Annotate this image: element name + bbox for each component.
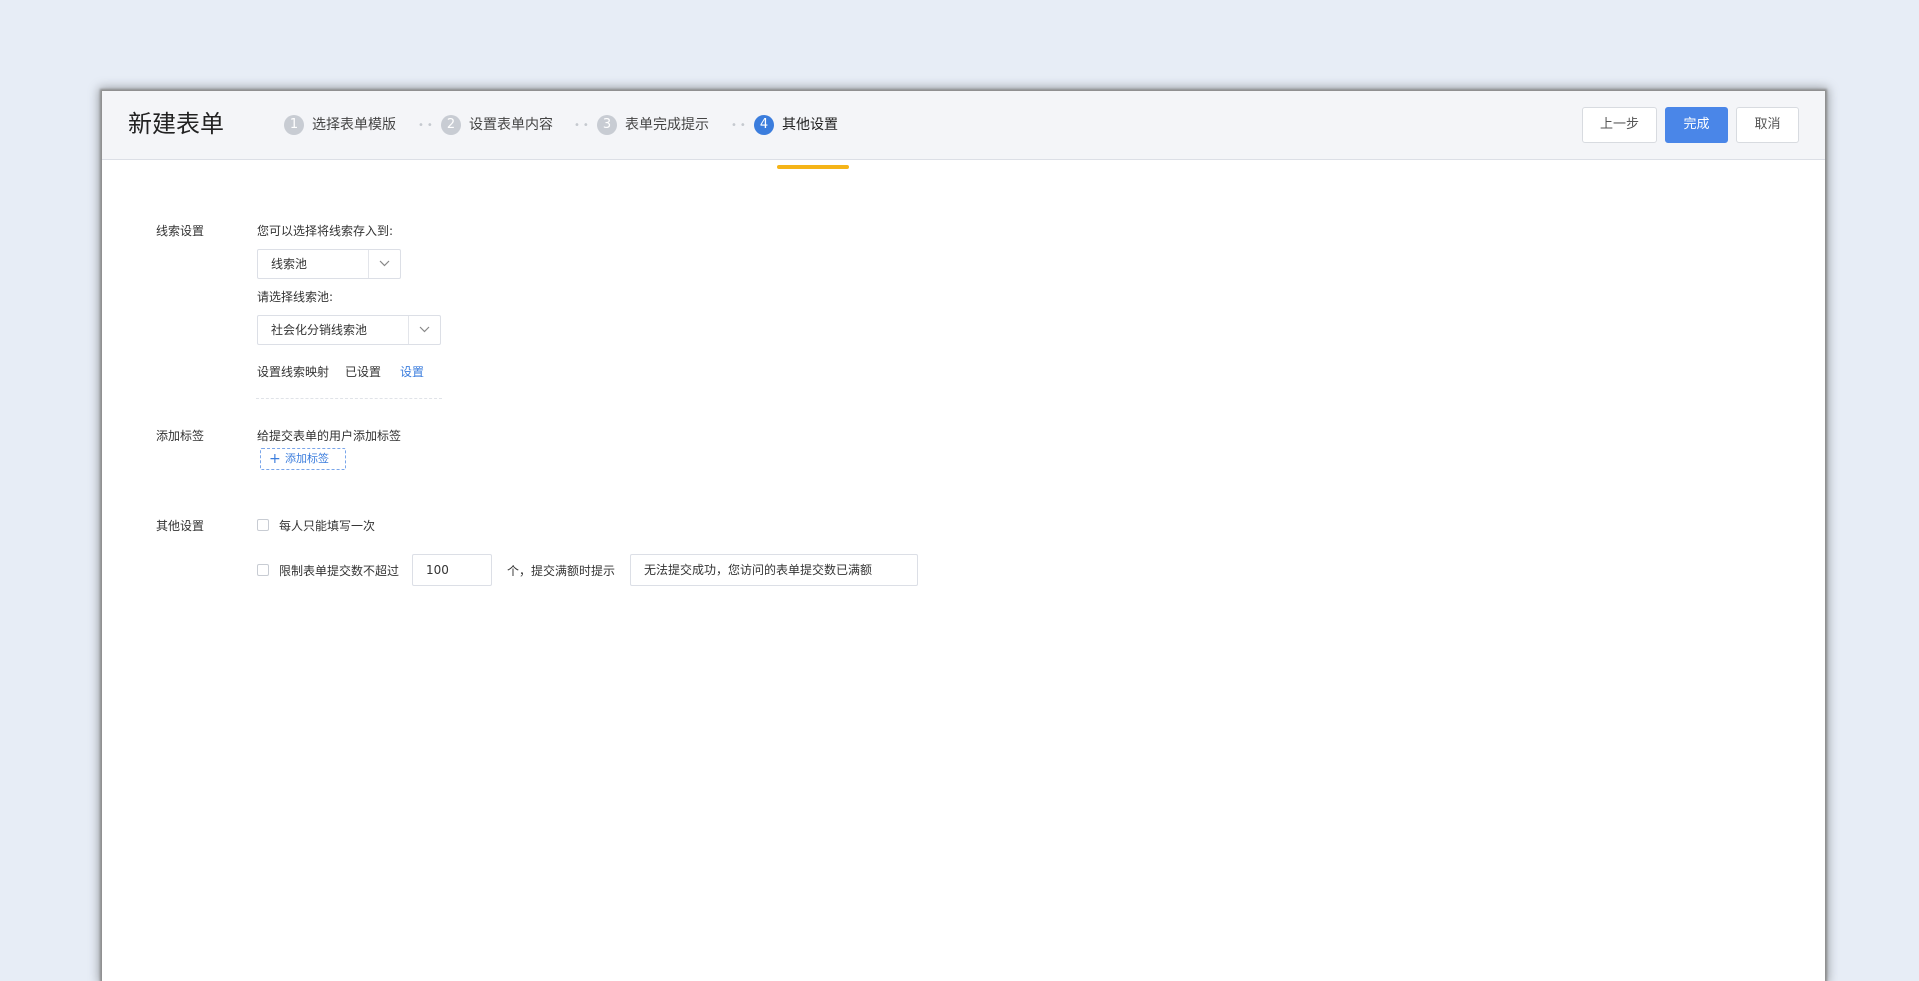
once-per-person-checkbox[interactable]: [257, 519, 269, 531]
lead-settings-label: 线索设置: [156, 224, 205, 238]
step-2-number: 2: [441, 115, 461, 135]
chevron-down-icon: [408, 316, 440, 344]
mapping-settings-link[interactable]: 设置: [400, 363, 424, 380]
step-4-number: 4: [754, 115, 774, 135]
lead-pool-select[interactable]: 社会化分销线索池: [257, 315, 441, 345]
store-prompt: 您可以选择将线索存入到:: [257, 224, 394, 238]
add-tag-label: 添加标签: [285, 452, 329, 465]
step-separator: ••: [418, 120, 436, 131]
pool-prompt: 请选择线索池:: [257, 290, 334, 304]
add-tag-button[interactable]: + 添加标签: [260, 448, 346, 470]
store-target-select[interactable]: 线索池: [257, 249, 401, 279]
mapping-label: 设置线索映射: [257, 365, 330, 379]
step-3-label: 表单完成提示: [625, 117, 709, 133]
limit-submissions-label: 限制表单提交数不超过: [279, 564, 400, 578]
mapping-status: 已设置: [345, 365, 382, 379]
active-step-indicator: [777, 165, 849, 169]
full-message-input[interactable]: 无法提交成功，您访问的表单提交数已满额: [630, 554, 918, 586]
plus-icon: +: [269, 451, 281, 467]
tags-label: 添加标签: [156, 429, 205, 443]
step-4-label: 其他设置: [782, 117, 838, 133]
lead-pool-value: 社会化分销线索池: [271, 323, 368, 337]
form-editor-window: 新建表单 1 选择表单模版 •• 2 设置表单内容 •• 3 表单完成提示 ••…: [102, 91, 1825, 981]
limit-count-input[interactable]: 100: [412, 554, 492, 586]
prev-step-button[interactable]: 上一步: [1582, 107, 1657, 143]
step-2-label: 设置表单内容: [469, 117, 553, 133]
page-title: 新建表单: [128, 110, 224, 138]
section-divider: [256, 398, 442, 399]
tags-description: 给提交表单的用户添加标签: [257, 429, 402, 443]
step-1-number: 1: [284, 115, 304, 135]
step-3-number: 3: [597, 115, 617, 135]
limit-suffix-label: 个，提交满额时提示: [507, 564, 616, 578]
step-separator: ••: [574, 120, 592, 131]
chevron-down-icon: [368, 250, 400, 278]
header-bar: 新建表单 1 选择表单模版 •• 2 设置表单内容 •• 3 表单完成提示 ••…: [102, 91, 1825, 169]
cancel-button[interactable]: 取消: [1736, 107, 1799, 143]
step-separator: ••: [731, 120, 749, 131]
limit-submissions-checkbox[interactable]: [257, 564, 269, 576]
once-per-person-label: 每人只能填写一次: [279, 519, 376, 533]
other-settings-label: 其他设置: [156, 519, 205, 533]
step-1-label: 选择表单模版: [312, 117, 396, 133]
finish-button[interactable]: 完成: [1665, 107, 1728, 143]
store-target-value: 线索池: [271, 257, 308, 271]
